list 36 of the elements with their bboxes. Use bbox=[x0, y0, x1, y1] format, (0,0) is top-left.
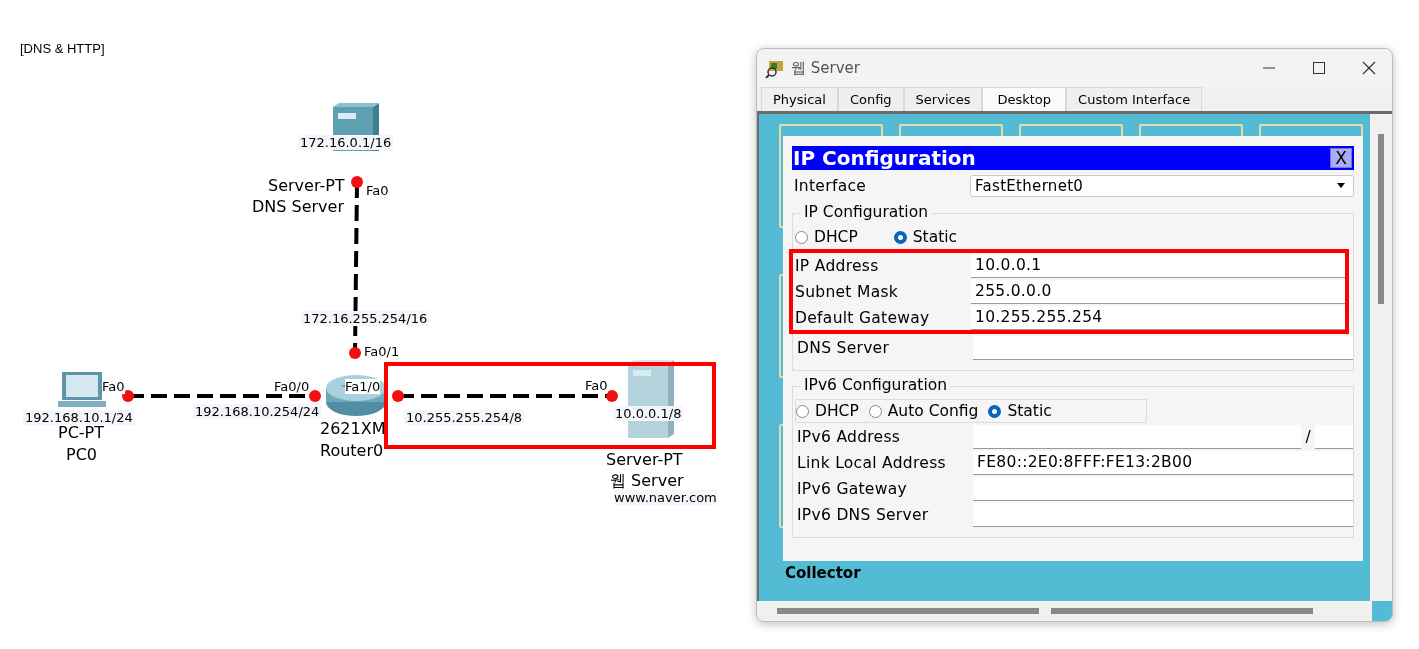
dialog-title: IP Configuration bbox=[793, 146, 976, 170]
port-label: Fa0/1 bbox=[364, 344, 400, 359]
ip-address-label: 172.16.0.1/16 bbox=[298, 135, 394, 150]
device-note: www.naver.com bbox=[614, 490, 717, 505]
field-label: Subnet Mask bbox=[794, 282, 900, 301]
group-title: IPv6 Configuration bbox=[801, 376, 950, 394]
field-label: Link Local Address bbox=[796, 453, 947, 472]
device-model: Server-PT bbox=[606, 450, 683, 469]
ip-address-label: 172.16.255.254/16 bbox=[301, 311, 430, 326]
field-label: IPv6 Gateway bbox=[796, 479, 908, 498]
field-label: IP Address bbox=[794, 256, 880, 275]
device-model: Server-PT bbox=[268, 176, 345, 195]
ip-address-label: 10.255.255.254/8 bbox=[404, 410, 525, 425]
field-label: Interface bbox=[793, 176, 868, 195]
field-label: DNS Server bbox=[796, 338, 891, 357]
port-label: Fa0/0 bbox=[274, 379, 310, 394]
ip-address-label: 10.0.0.1/8 bbox=[613, 406, 684, 421]
port-label: Fa0 bbox=[366, 183, 389, 198]
canvas-title: [DNS & HTTP] bbox=[20, 41, 105, 56]
ip-address-label: 192.168.10.1/24 bbox=[23, 410, 135, 425]
window-title: 웹 Server bbox=[791, 58, 860, 78]
device-name: PC0 bbox=[66, 445, 97, 464]
port-label: Fa0 bbox=[585, 378, 608, 393]
device-model: PC-PT bbox=[58, 423, 104, 442]
field-label: IPv6 Address bbox=[796, 427, 902, 446]
device-model: 2621XM bbox=[320, 419, 386, 438]
group-title: IP Configuration bbox=[801, 203, 931, 221]
field-label: IPv6 DNS Server bbox=[796, 505, 930, 524]
port-label: Fa0 bbox=[102, 379, 125, 394]
prefix-separator: / bbox=[1304, 427, 1312, 446]
device-name: Router0 bbox=[320, 441, 384, 460]
port-label: Fa1/0 bbox=[345, 379, 381, 394]
device-name: 웹 Server bbox=[610, 471, 684, 492]
ip-address-label: 192.168.10.254/24 bbox=[193, 404, 322, 419]
field-label: Default Gateway bbox=[794, 308, 931, 327]
device-name: DNS Server bbox=[252, 197, 344, 216]
